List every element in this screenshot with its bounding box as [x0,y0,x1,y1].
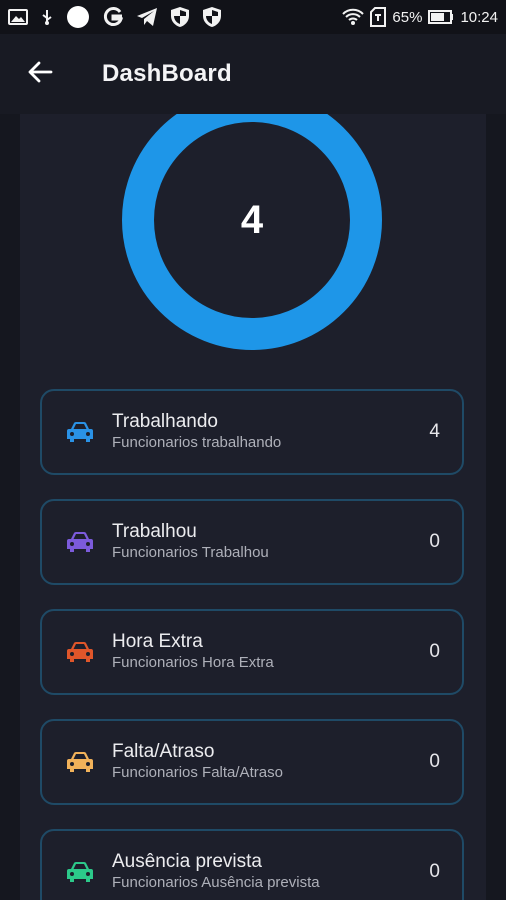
card-subtitle: Funcionarios Hora Extra [112,654,274,671]
status-bar-right: 65% 10:24 [342,7,498,27]
card-title: Hora Extra [112,631,203,652]
dashboard-panel: 4 Trabalhando Funcionarios trabalhando 4… [20,114,486,900]
car-icon [66,750,94,774]
card-count: 0 [429,641,440,662]
back-button[interactable] [20,54,60,94]
battery-percent: 65% [392,8,423,26]
arrow-left-icon [27,61,53,88]
card-count: 4 [429,421,440,442]
app-bar: DashBoard [0,34,506,114]
car-icon [66,420,94,444]
card-subtitle: Funcionarios Ausência prevista [112,874,320,891]
card-trabalhou[interactable]: Trabalhou Funcionarios Trabalhou 0 [40,499,464,585]
car-icon [66,640,94,664]
circle-icon [66,5,90,29]
card-falta-atraso[interactable]: Falta/Atraso Funcionarios Falta/Atraso 0 [40,719,464,805]
card-title: Trabalhando [112,411,218,432]
card-text: Falta/Atraso Funcionarios Falta/Atraso [112,741,283,783]
telegram-icon [136,7,158,27]
car-icon [66,530,94,554]
card-text: Hora Extra Funcionarios Hora Extra [112,631,274,673]
card-text: Ausência prevista Funcionarios Ausência … [112,851,320,893]
usb-icon [40,9,54,25]
card-title: Falta/Atraso [112,741,215,762]
sd-card-icon [370,7,387,27]
card-subtitle: Funcionarios Trabalhou [112,544,269,561]
status-bar: 65% 10:24 [0,0,506,34]
status-bar-left [8,5,222,29]
card-title: Trabalhou [112,521,197,542]
google-icon [102,6,124,28]
shield-icon [170,6,190,28]
wifi-icon [342,8,365,26]
image-icon [8,9,28,25]
card-subtitle: Funcionarios Falta/Atraso [112,764,283,781]
card-count: 0 [429,531,440,552]
total-donut-chart: 4 [121,114,383,351]
battery-icon [428,10,454,24]
card-count: 0 [429,861,440,882]
card-hora-extra[interactable]: Hora Extra Funcionarios Hora Extra 0 [40,609,464,695]
card-text: Trabalhando Funcionarios trabalhando [112,411,281,453]
clock: 10:24 [460,8,498,26]
car-icon [66,860,94,884]
card-ausencia-prevista[interactable]: Ausência prevista Funcionarios Ausência … [40,829,464,900]
card-trabalhando[interactable]: Trabalhando Funcionarios trabalhando 4 [40,389,464,475]
page-title: DashBoard [102,60,232,87]
card-title: Ausência prevista [112,851,262,872]
card-count: 0 [429,751,440,772]
card-text: Trabalhou Funcionarios Trabalhou [112,521,269,563]
shield-icon [202,6,222,28]
total-count: 4 [240,197,264,242]
card-subtitle: Funcionarios trabalhando [112,434,282,451]
